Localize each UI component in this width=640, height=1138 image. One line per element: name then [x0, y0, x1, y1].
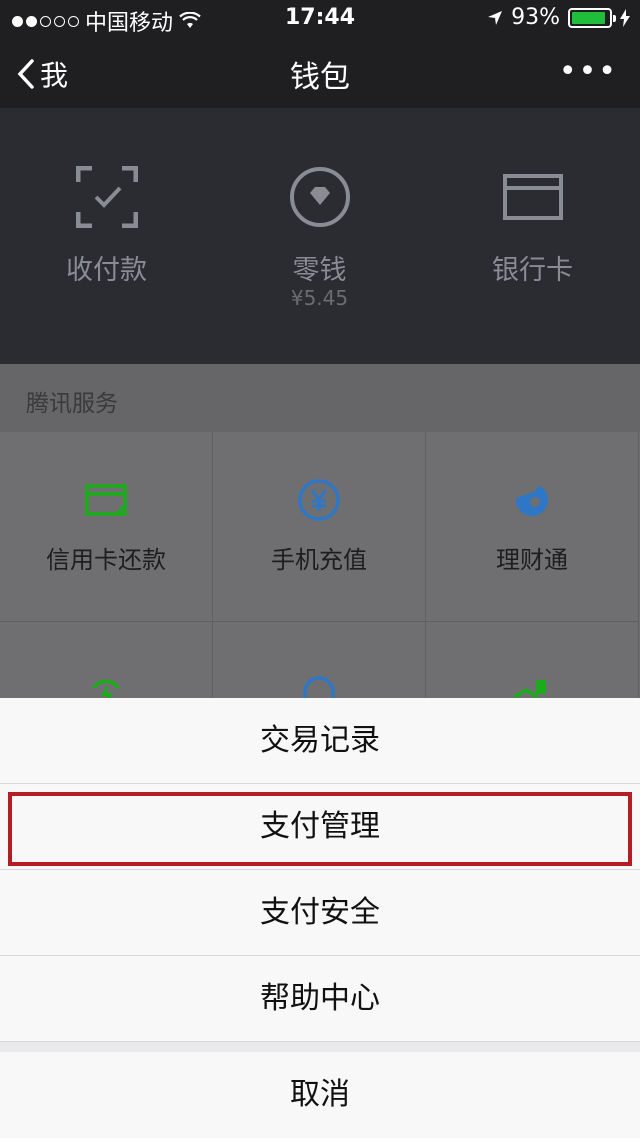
- bank-card-icon: [502, 174, 563, 220]
- sheet-item-payment-security[interactable]: 支付安全: [0, 870, 640, 956]
- wallet-item-label: 银行卡: [492, 255, 573, 286]
- wallet-item-change[interactable]: 零钱 ¥5.45: [213, 108, 426, 364]
- wallet-item-bank-card[interactable]: 银行卡: [426, 108, 639, 364]
- service-label: 理财通: [496, 546, 568, 574]
- service-credit-card-repay[interactable]: 信用卡还款: [0, 432, 213, 622]
- sheet-item-help-center[interactable]: 帮助中心: [0, 956, 640, 1042]
- service-label: 手机充值: [271, 546, 367, 574]
- diamond-coin-icon: [289, 167, 350, 227]
- section-header: 腾讯服务: [0, 364, 640, 432]
- services-grid: 信用卡还款 手机充值 理财通: [0, 432, 640, 812]
- more-icon[interactable]: •••: [559, 54, 618, 89]
- change-balance: ¥5.45: [290, 286, 349, 310]
- credit-card-icon: [85, 484, 127, 516]
- location-arrow-icon: [488, 10, 503, 25]
- service-label: 信用卡还款: [46, 546, 166, 574]
- yuan-coin-icon: [298, 479, 340, 521]
- service-phone-topup[interactable]: 手机充值: [213, 432, 426, 622]
- battery-percent: 93%: [511, 5, 560, 30]
- cancel-button[interactable]: 取消: [0, 1052, 640, 1138]
- highlight-box: [8, 792, 632, 866]
- wallet-item-receive-pay[interactable]: 收付款: [0, 108, 213, 364]
- status-bar: 中国移动 17:44 93%: [0, 0, 640, 36]
- wallet-header: 收付款 零钱 ¥5.45 银行卡: [0, 108, 640, 364]
- charging-bolt-icon: [620, 8, 630, 27]
- wallet-item-label: 零钱: [292, 255, 347, 286]
- page-title: 钱包: [290, 60, 350, 95]
- action-sheet: 交易记录 支付管理 支付安全 帮助中心 取消: [0, 698, 640, 1138]
- nav-bar: 我 钱包 •••: [0, 36, 640, 108]
- wallet-item-label: 收付款: [66, 255, 147, 286]
- scan-qr-icon: [75, 166, 138, 228]
- service-wealth[interactable]: 理财通: [426, 432, 639, 622]
- sheet-item-transactions[interactable]: 交易记录: [0, 698, 640, 784]
- wealth-swirl-icon: [516, 482, 548, 516]
- battery-icon: [568, 7, 616, 28]
